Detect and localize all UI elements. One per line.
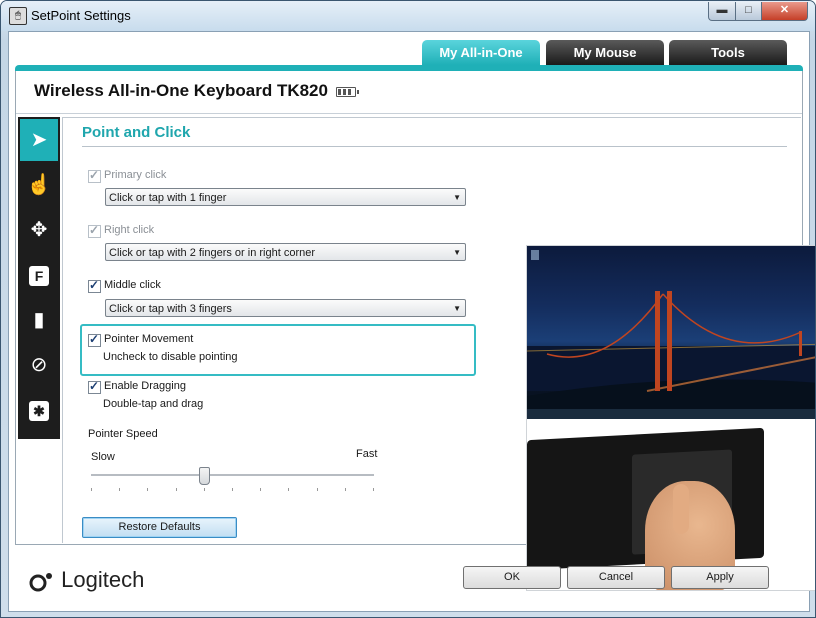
right-click-label: Right click	[104, 224, 155, 236]
sidebar-item-scrolling[interactable]: ✥	[20, 209, 58, 251]
chevron-down-icon: ▼	[453, 304, 461, 313]
tab-my-mouse[interactable]: My Mouse	[546, 40, 664, 65]
tab-my-all-in-one[interactable]: My All-in-One	[422, 40, 540, 65]
sidebar-item-gestures[interactable]: ☝	[20, 164, 58, 206]
primary-click-checkbox[interactable]	[88, 168, 101, 183]
primary-click-label: Primary click	[104, 169, 167, 181]
client-area: My All-in-One My Mouse Tools Wireless Al…	[8, 31, 815, 612]
middle-click-select[interactable]: Click or tap with 3 fingers ▼	[105, 299, 466, 317]
pointer-speed-track[interactable]	[91, 474, 374, 477]
pointer-movement-description: Uncheck to disable pointing	[103, 351, 238, 363]
slider-tick	[373, 488, 374, 491]
restore-defaults-button[interactable]: Restore Defaults	[82, 517, 237, 538]
slider-tick	[345, 488, 346, 491]
tab-tools[interactable]: Tools	[669, 40, 787, 65]
section-title: Point and Click	[82, 124, 191, 141]
disable-icon: ⊘	[30, 354, 48, 376]
enable-dragging-label: Enable Dragging	[104, 380, 186, 392]
maximize-button[interactable]: □	[735, 2, 762, 21]
asterisk-icon: ✱	[29, 400, 49, 421]
slider-tick	[204, 488, 205, 491]
slider-tick	[119, 488, 120, 491]
settings-panel: Wireless All-in-One Keyboard TK820 ➤ ☝ ✥…	[15, 71, 815, 591]
golden-gate-bridge-image	[527, 250, 815, 419]
middle-click-label: Middle click	[104, 279, 161, 291]
pointer-speed-label: Pointer Speed	[88, 428, 158, 440]
primary-click-select[interactable]: Click or tap with 1 finger ▼	[105, 188, 466, 206]
middle-click-checkbox[interactable]	[88, 278, 101, 293]
pointer-movement-checkbox[interactable]	[88, 332, 101, 347]
logitech-mark-icon	[29, 573, 52, 592]
slider-tick	[317, 488, 318, 491]
fast-label: Fast	[356, 448, 378, 460]
sidebar: ➤ ☝ ✥ F ▮ ⊘ ✱	[18, 117, 60, 439]
battery-icon: ▮	[33, 309, 45, 331]
sidebar-item-advanced[interactable]: ✱	[20, 389, 58, 431]
apply-button[interactable]: Apply	[671, 566, 769, 589]
pointer-speed-slider[interactable]	[199, 467, 210, 485]
close-button[interactable]: ✕	[761, 2, 808, 21]
content-area: Point and Click Primary click Click or t…	[62, 117, 815, 591]
slider-tick	[260, 488, 261, 491]
pointer-movement-highlight	[80, 324, 476, 376]
touchpad-preview-image	[526, 245, 815, 591]
ok-button[interactable]: OK	[463, 566, 561, 589]
section-divider	[82, 146, 787, 147]
primary-click-value: Click or tap with 1 finger	[109, 192, 227, 204]
setpoint-app-icon: 🖱	[9, 7, 27, 25]
desktop-taskbar	[527, 409, 815, 419]
slider-tick	[147, 488, 148, 491]
logitech-logo: Logitech	[29, 567, 144, 593]
right-click-select[interactable]: Click or tap with 2 fingers or in right …	[105, 243, 466, 261]
chevron-down-icon: ▼	[453, 193, 461, 202]
slider-tick	[288, 488, 289, 491]
window-title: SetPoint Settings	[31, 8, 131, 23]
header-divider	[16, 113, 802, 114]
f-key-icon: F	[29, 265, 49, 286]
sidebar-item-function-keys[interactable]: F	[20, 254, 58, 296]
setpoint-window: 🖱 SetPoint Settings ▬ □ ✕ My All-in-One …	[0, 0, 816, 618]
sidebar-item-disable-keys[interactable]: ⊘	[20, 344, 58, 386]
move-icon: ✥	[30, 219, 48, 241]
battery-status-icon	[336, 87, 359, 97]
pointer-movement-label: Pointer Movement	[104, 333, 194, 345]
pointer-icon: ➤	[30, 129, 48, 151]
title-bar[interactable]: 🖱 SetPoint Settings ▬ □ ✕	[1, 1, 815, 31]
right-click-checkbox[interactable]	[88, 223, 101, 238]
slow-label: Slow	[91, 451, 115, 463]
slider-tick	[91, 488, 92, 491]
cancel-button[interactable]: Cancel	[567, 566, 665, 589]
enable-dragging-checkbox[interactable]	[88, 379, 101, 394]
device-name: Wireless All-in-One Keyboard TK820	[34, 81, 328, 100]
pointer-speed-ticks	[91, 488, 374, 492]
slider-tick	[176, 488, 177, 491]
minimize-button[interactable]: ▬	[708, 2, 736, 21]
slider-tick	[232, 488, 233, 491]
enable-dragging-description: Double-tap and drag	[103, 398, 204, 410]
middle-click-value: Click or tap with 3 fingers	[109, 303, 232, 315]
sidebar-item-point-and-click[interactable]: ➤	[20, 119, 58, 161]
desktop-screenshot	[527, 246, 815, 419]
hand-icon: ☝	[26, 174, 52, 196]
logitech-wordmark: Logitech	[61, 567, 145, 592]
right-click-value: Click or tap with 2 fingers or in right …	[109, 247, 316, 259]
finger-image	[673, 484, 689, 534]
sidebar-item-battery[interactable]: ▮	[20, 299, 58, 341]
chevron-down-icon: ▼	[453, 248, 461, 257]
